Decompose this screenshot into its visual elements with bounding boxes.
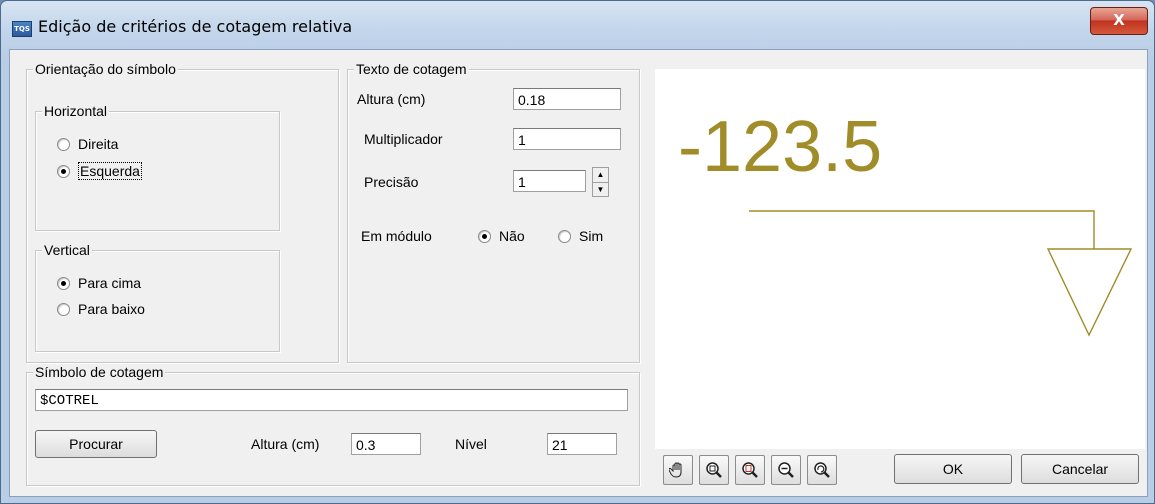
zoom-extents-icon[interactable] [735,455,765,485]
level-symbol-drawing [749,210,1133,337]
modulo-label: Em módulo [361,228,432,244]
simbolo-name-input[interactable]: $COTREL [35,389,628,411]
vertical-group: Vertical Para cima Para baixo [35,242,280,352]
altura-input[interactable]: 0.18 [513,88,621,110]
precisao-input[interactable]: 1 [513,170,586,192]
nivel-label: Nível [455,436,487,452]
window-title: Edição de critérios de cotagem relativa [38,17,353,36]
close-button[interactable]: X [1090,7,1148,35]
radio-sim[interactable]: Sim [558,228,603,244]
level-symbol-leader [749,210,1095,249]
vertical-legend: Vertical [42,242,92,258]
simbolo-group: Símbolo de cotagem $COTREL Procurar Altu… [26,364,640,486]
radio-nao[interactable]: Não [478,228,525,244]
nivel-input[interactable]: 21 [547,433,617,455]
orientation-legend: Orientação do símbolo [33,61,178,77]
radio-nao-dot[interactable] [478,229,491,243]
refresh-zoom-icon[interactable] [807,455,837,485]
multiplicador-input[interactable]: 1 [513,128,621,150]
radio-nao-label: Não [499,228,525,244]
radio-esquerda-dot[interactable] [57,164,70,178]
radio-sim-label: Sim [579,228,604,244]
title-bar[interactable]: TQS Edição de critérios de cotagem relat… [1,1,1154,49]
dialog-client: Orientação do símbolo Horizontal Direita… [9,49,1148,497]
pan-icon[interactable] [663,455,693,485]
horizontal-legend: Horizontal [42,103,110,119]
radio-direita[interactable]: Direita [57,136,118,152]
horizontal-group: Horizontal Direita Esquerda [35,103,280,231]
precisao-spinner[interactable]: ▲ ▼ [592,167,609,197]
procurar-button[interactable]: Procurar [35,430,157,458]
radio-direita-dot[interactable] [57,137,70,151]
cancel-button[interactable]: Cancelar [1021,454,1139,484]
multiplicador-label: Multiplicador [364,131,443,147]
zoom-out-icon[interactable] [771,455,801,485]
simbolo-legend: Símbolo de cotagem [33,364,166,380]
spin-up-icon[interactable]: ▲ [593,168,608,183]
precisao-label: Precisão [364,174,419,190]
radio-direita-label: Direita [78,136,119,152]
simbolo-altura-input[interactable]: 0.3 [351,433,421,455]
orientation-group: Orientação do símbolo Horizontal Direita… [26,61,339,363]
texto-group: Texto de cotagem Altura (cm) 0.18 Multip… [347,61,640,363]
level-symbol-triangle [1046,248,1133,337]
radio-para-baixo-dot[interactable] [57,302,70,316]
app-icon: TQS [12,21,32,37]
radio-para-cima-label: Para cima [78,275,142,291]
radio-para-baixo-label: Para baixo [78,301,145,317]
radio-esquerda[interactable]: Esquerda [57,162,142,180]
radio-para-cima[interactable]: Para cima [57,275,141,291]
zoom-window-icon[interactable] [699,455,729,485]
simbolo-altura-label: Altura (cm) [251,436,320,452]
dialog-window: TQS Edição de critérios de cotagem relat… [0,0,1155,504]
altura-label: Altura (cm) [357,91,426,107]
radio-para-cima-dot[interactable] [57,276,70,290]
radio-sim-dot[interactable] [558,229,571,243]
ok-button[interactable]: OK [894,454,1012,484]
texto-legend: Texto de cotagem [354,61,469,77]
symbol-preview[interactable]: -123.5 [655,69,1145,449]
radio-esquerda-label: Esquerda [78,162,142,180]
spin-down-icon[interactable]: ▼ [593,183,608,197]
radio-para-baixo[interactable]: Para baixo [57,301,145,317]
